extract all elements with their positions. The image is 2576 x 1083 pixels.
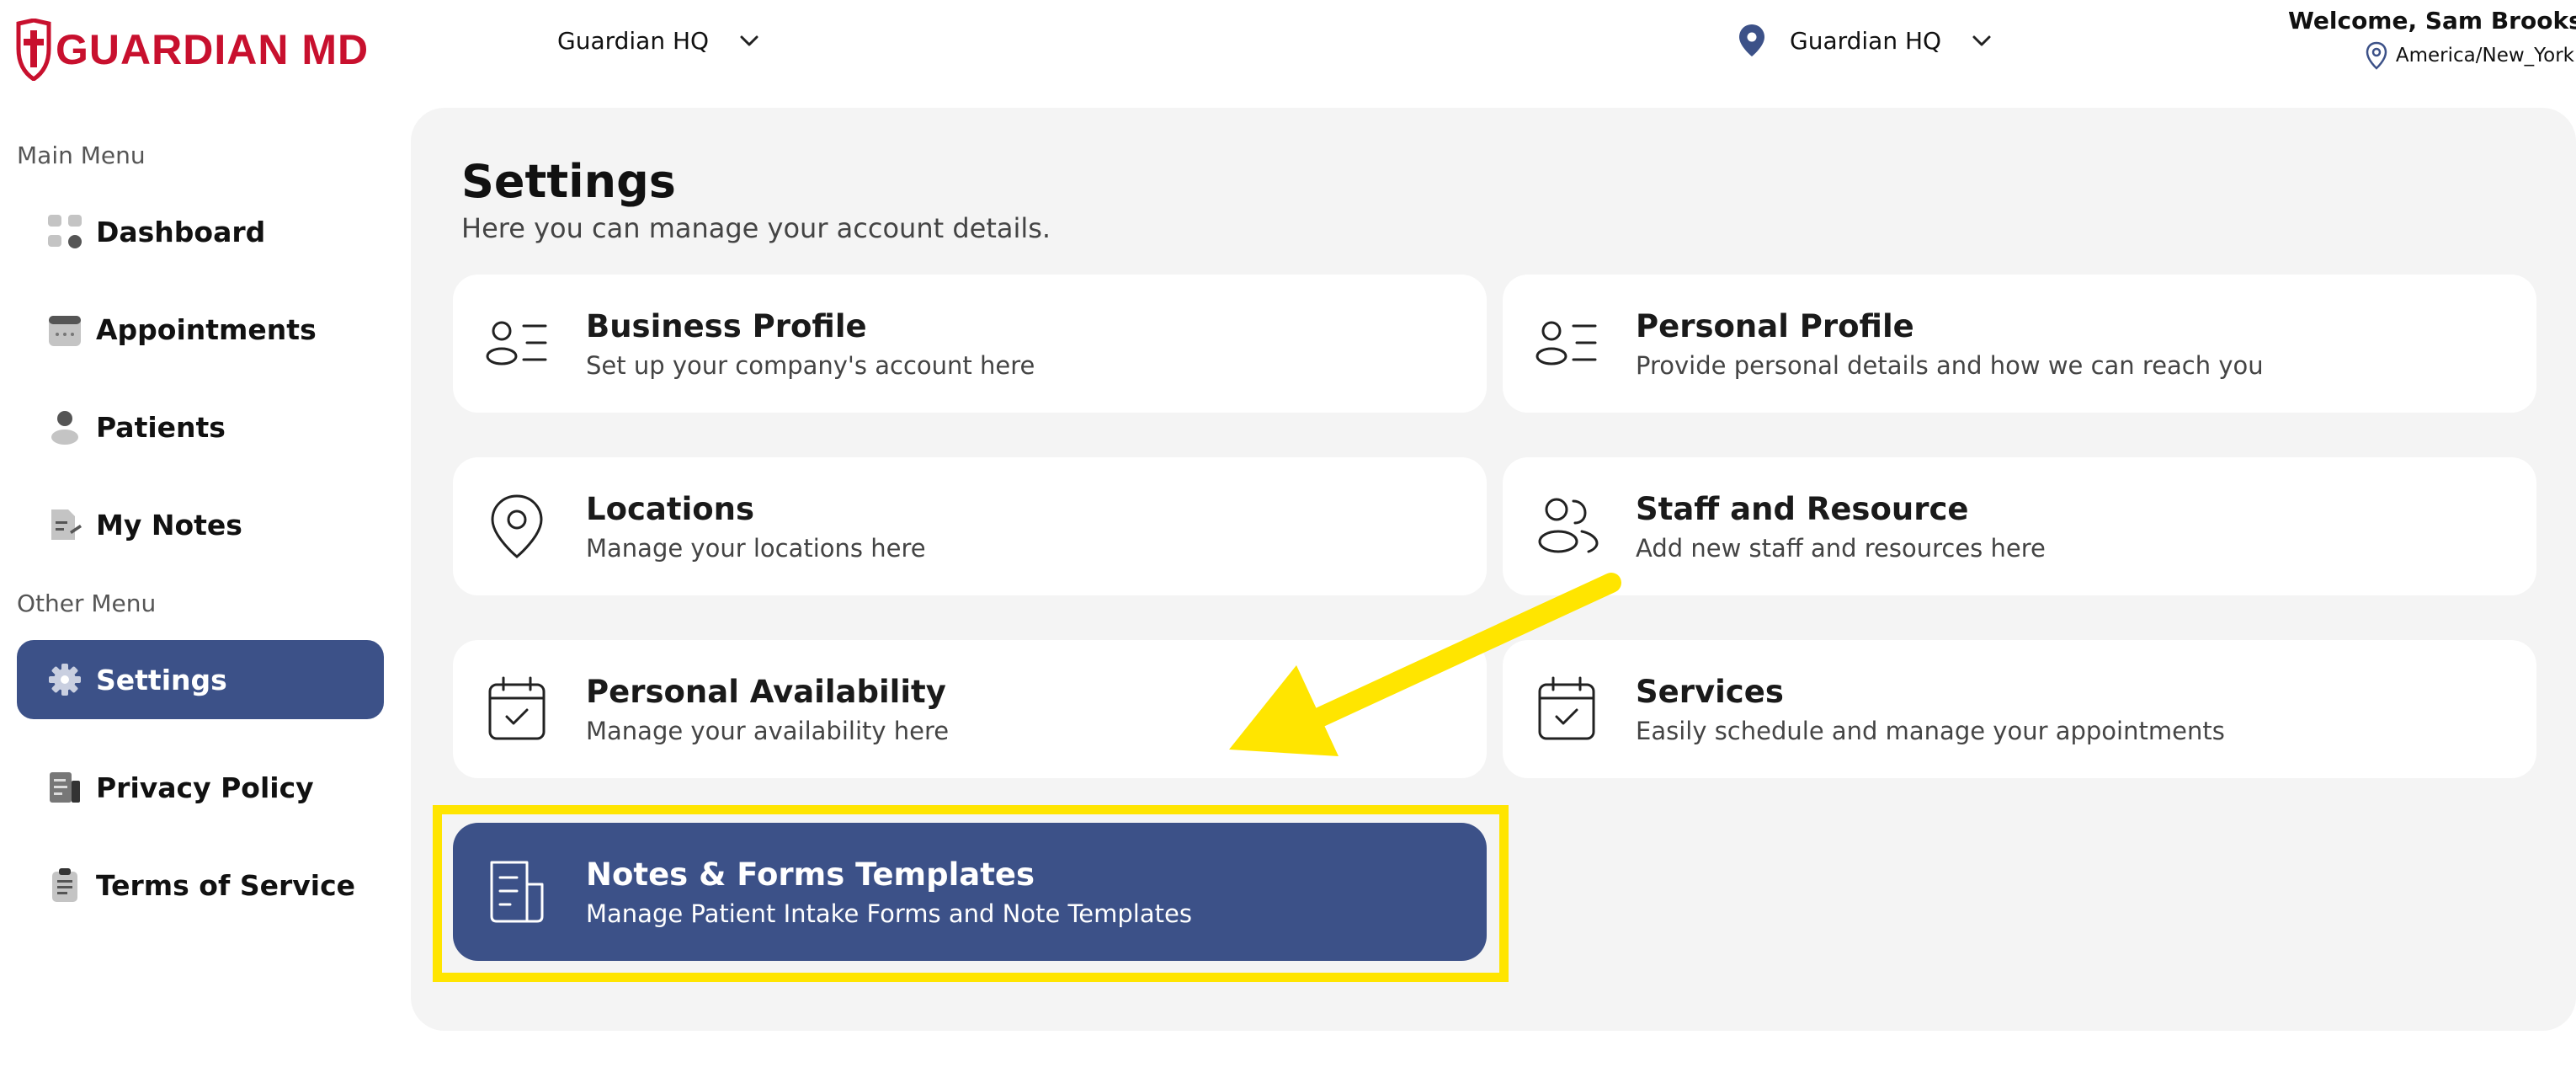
page-subtitle: Here you can manage your account details…	[461, 212, 1051, 244]
sidebar-item-privacy-policy[interactable]: Privacy Policy	[17, 748, 384, 827]
organization-select-value: Guardian HQ	[557, 26, 710, 55]
document-icon	[45, 768, 84, 807]
sidebar-item-settings[interactable]: Settings	[17, 640, 384, 719]
card-text: Business Profile Set up your company's a…	[586, 308, 1035, 380]
card-title: Business Profile	[586, 307, 867, 344]
main-menu-label: Main Menu	[17, 141, 146, 169]
card-services[interactable]: Services Easily schedule and manage your…	[1503, 640, 2536, 778]
welcome-text: Welcome, Sam Brooks	[2288, 7, 2576, 35]
chevron-down-icon	[740, 35, 758, 46]
dashboard-icon	[45, 212, 84, 251]
card-title: Staff and Resource	[1636, 490, 1969, 527]
sidebar-item-my-notes[interactable]: My Notes	[17, 485, 384, 564]
card-subtitle: Manage your availability here	[586, 716, 950, 745]
location-pin-icon	[1739, 24, 1764, 56]
sidebar-item-dashboard[interactable]: Dashboard	[17, 192, 384, 271]
card-personal-profile[interactable]: Personal Profile Provide personal detail…	[1503, 275, 2536, 413]
sidebar-item-label: Privacy Policy	[96, 771, 314, 804]
sidebar-item-label: Settings	[96, 663, 227, 696]
calendar-check-icon	[482, 674, 552, 744]
organization-select[interactable]: Guardian HQ	[557, 20, 761, 61]
card-staff-and-resource[interactable]: Staff and Resource Add new staff and res…	[1503, 457, 2536, 595]
card-subtitle: Set up your company's account here	[586, 350, 1035, 380]
card-subtitle: Easily schedule and manage your appointm…	[1636, 716, 2225, 745]
sidebar-item-label: My Notes	[96, 508, 242, 542]
users-icon	[1531, 491, 1602, 562]
user-welcome[interactable]: Welcome, Sam Brooks America/New_York	[2288, 7, 2576, 70]
sidebar-item-terms-of-service[interactable]: Terms of Service	[17, 846, 384, 925]
gear-icon	[45, 660, 84, 699]
card-title: Services	[1636, 673, 1784, 710]
timezone-display: America/New_York	[2288, 41, 2574, 70]
location-select[interactable]: Guardian HQ	[1738, 20, 1993, 61]
brand-logo[interactable]: GUARDIAN MD	[15, 19, 369, 81]
brand-name: GUARDIAN MD	[56, 26, 370, 73]
card-title: Personal Availability	[586, 673, 946, 710]
location-select-value: Guardian HQ	[1790, 26, 1942, 55]
location-pin-icon	[482, 491, 552, 562]
card-subtitle: Add new staff and resources here	[1636, 533, 2046, 563]
other-menu-label: Other Menu	[17, 590, 157, 617]
sidebar-item-label: Appointments	[96, 312, 317, 346]
card-text: Services Easily schedule and manage your…	[1636, 674, 2225, 745]
shield-cross-icon	[16, 19, 51, 81]
annotation-arrow	[1229, 573, 1621, 756]
sidebar-item-label: Patients	[96, 410, 226, 444]
card-text: Locations Manage your locations here	[586, 491, 926, 563]
sidebar-item-appointments[interactable]: Appointments	[17, 290, 384, 369]
card-text: Personal Availability Manage your availa…	[586, 674, 949, 745]
card-subtitle: Manage your locations here	[586, 533, 926, 563]
profile-list-icon	[482, 308, 552, 379]
user-icon	[45, 408, 84, 446]
sidebar-item-label: Terms of Service	[96, 868, 356, 902]
sidebar-item-label: Dashboard	[96, 215, 266, 248]
card-title: Locations	[586, 490, 755, 527]
location-pin-outline-icon	[2366, 41, 2387, 70]
card-text: Personal Profile Provide personal detail…	[1636, 308, 2264, 380]
calendar-icon	[45, 310, 84, 349]
chevron-down-icon	[1972, 35, 1991, 46]
page-title: Settings	[461, 155, 676, 208]
note-edit-icon	[45, 505, 84, 544]
card-business-profile[interactable]: Business Profile Set up your company's a…	[453, 275, 1487, 413]
card-text: Staff and Resource Add new staff and res…	[1636, 491, 2046, 563]
profile-list-icon	[1531, 308, 1602, 379]
highlight-box	[433, 805, 1509, 982]
card-subtitle: Provide personal details and how we can …	[1636, 350, 2264, 380]
card-title: Personal Profile	[1636, 307, 1914, 344]
timezone-text: America/New_York	[2395, 45, 2574, 67]
clipboard-icon	[45, 866, 84, 904]
sidebar-item-patients[interactable]: Patients	[17, 387, 384, 467]
